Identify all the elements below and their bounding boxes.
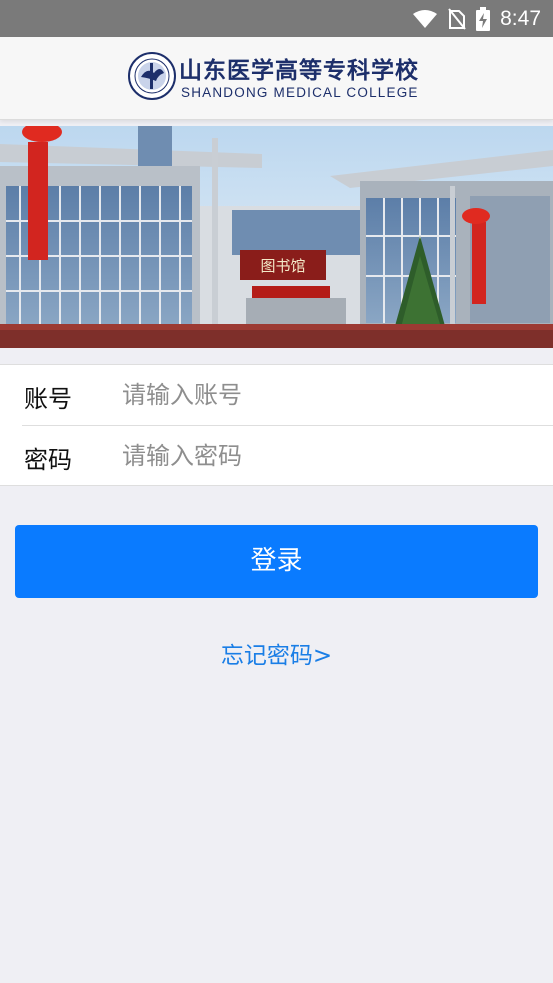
status-time: 8:47 (500, 6, 541, 30)
no-sim-icon (448, 7, 466, 30)
login-form: 账号 密码 (0, 364, 553, 486)
login-button[interactable]: 登录 (15, 525, 538, 598)
forgot-password-link[interactable]: 忘记密码> (0, 636, 553, 670)
status-bar: 8:47 (0, 0, 553, 37)
app-header: 山东医学高等专科学校 SHANDONG MEDICAL COLLEGE (0, 37, 553, 120)
status-icons: 8:47 (412, 0, 541, 37)
college-logo: 山东医学高等专科学校 SHANDONG MEDICAL COLLEGE (127, 49, 427, 109)
wifi-icon (413, 9, 438, 28)
account-row: 账号 (0, 365, 553, 426)
logo-chinese-name: 山东医学高等专科学校 (179, 57, 419, 84)
password-input[interactable] (122, 436, 522, 476)
campus-banner: 图书馆 (0, 126, 553, 348)
campus-photo: 图书馆 (0, 126, 553, 348)
logo-english-name: SHANDONG MEDICAL COLLEGE (181, 85, 419, 100)
password-label: 密码 (24, 446, 72, 474)
account-label: 账号 (24, 385, 72, 413)
battery-charging-icon (476, 6, 491, 31)
college-seal-icon (128, 52, 176, 100)
library-sign: 图书馆 (260, 257, 305, 275)
password-row: 密码 (0, 426, 553, 487)
account-input[interactable] (122, 375, 522, 415)
